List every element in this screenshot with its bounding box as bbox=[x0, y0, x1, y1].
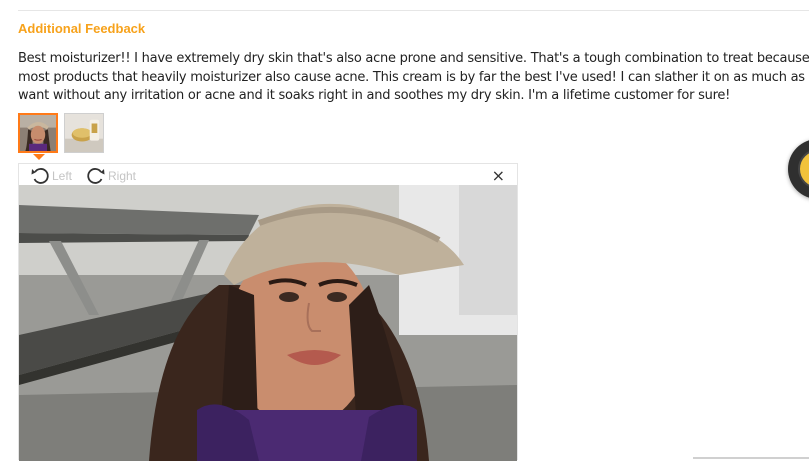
rotate-right-icon bbox=[87, 168, 105, 184]
selfie-thumbnail-image bbox=[20, 115, 56, 151]
rotate-right-button[interactable]: Right bbox=[85, 166, 136, 186]
close-icon[interactable]: × bbox=[492, 167, 505, 185]
selfie-photo-image bbox=[19, 185, 517, 461]
assistant-icon bbox=[798, 149, 809, 189]
product-thumbnail-image bbox=[65, 114, 103, 152]
rotate-left-button[interactable]: Left bbox=[29, 166, 72, 186]
review-photo bbox=[19, 185, 517, 461]
floating-assistant-button[interactable] bbox=[788, 139, 809, 199]
rotate-left-icon bbox=[31, 168, 49, 184]
thumbnail-selfie[interactable] bbox=[18, 113, 58, 153]
rotate-left-label: Left bbox=[52, 169, 73, 183]
thumbnail-product[interactable] bbox=[64, 113, 104, 153]
review-text: Best moisturizer!! I have extremely dry … bbox=[18, 51, 809, 103]
image-viewer: Left Right × bbox=[18, 163, 518, 461]
review-thumbnails bbox=[18, 113, 104, 153]
section-heading: Additional Feedback bbox=[18, 21, 146, 36]
section-divider bbox=[18, 10, 809, 11]
bottom-divider bbox=[693, 457, 809, 459]
rotate-right-label: Right bbox=[108, 169, 137, 183]
active-thumbnail-caret bbox=[33, 154, 45, 160]
